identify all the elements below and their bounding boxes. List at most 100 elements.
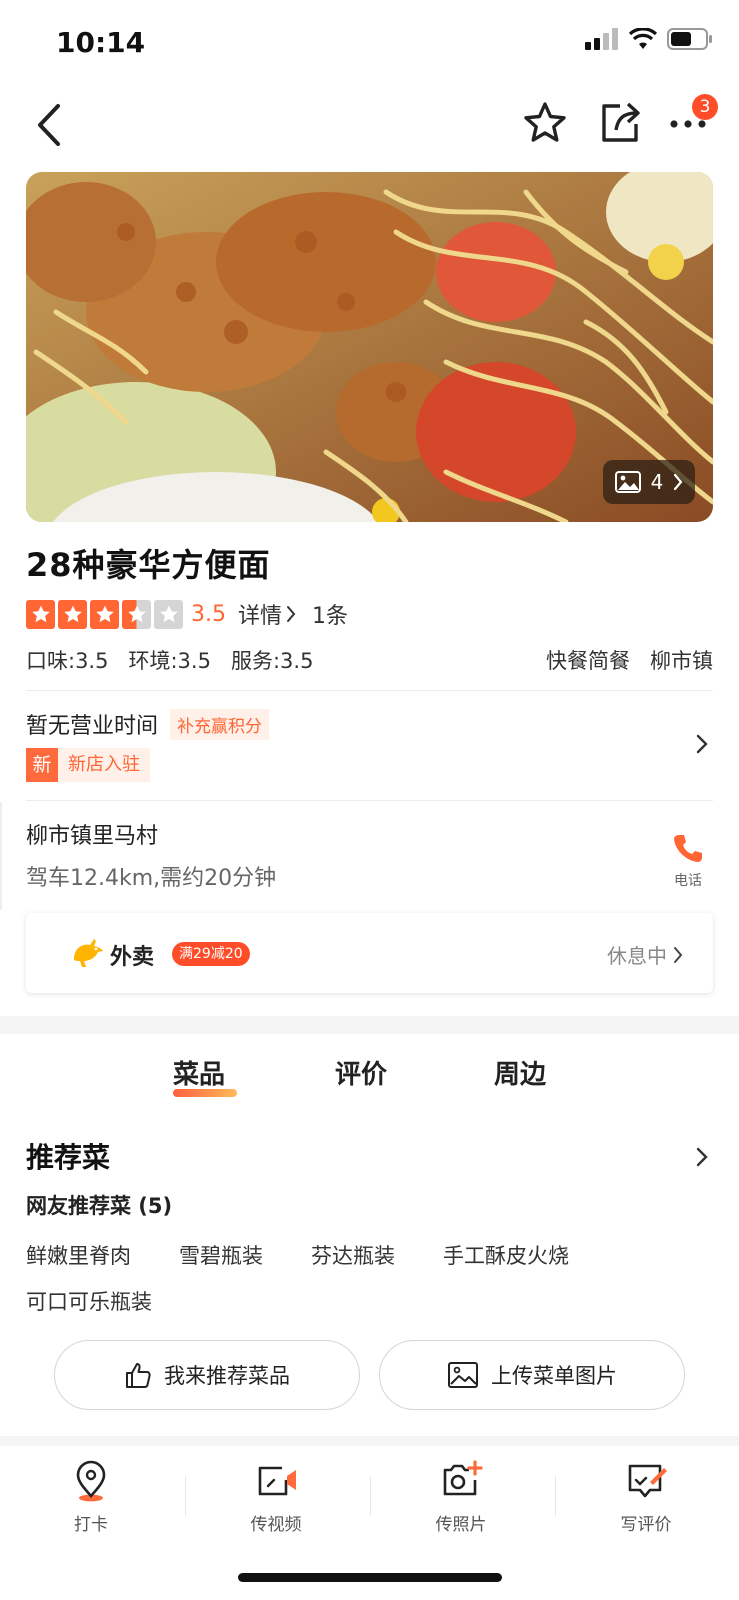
rating-detail-label: 详情 <box>238 604 283 629</box>
share-icon[interactable] <box>596 100 642 146</box>
star-rating <box>26 599 183 629</box>
star-icon <box>63 605 82 623</box>
address-accent <box>0 802 2 910</box>
tab-reviews[interactable]: 评价 <box>335 1054 387 1091</box>
check-in-button[interactable]: 打卡 <box>31 1460 151 1535</box>
back-icon[interactable] <box>30 102 70 148</box>
rating-star <box>26 599 55 629</box>
category-tag: 快餐简餐 <box>546 649 630 673</box>
rating-star <box>90 599 119 629</box>
recommended-subtitle: 网友推荐菜 (5) <box>26 1194 173 1218</box>
signal-icon <box>585 28 618 50</box>
dish-item[interactable]: 芬达瓶装 <box>311 1240 395 1270</box>
write-review-label: 写评价 <box>620 1515 672 1535</box>
delivery-promo-badge: 满29减20 <box>172 942 250 966</box>
recommend-dish-button[interactable]: 我来推荐菜品 <box>54 1340 360 1410</box>
rating-detail-link[interactable]: 详情 <box>238 598 296 630</box>
rating-row[interactable]: 3.5 详情 1条 <box>26 598 348 630</box>
rating-star <box>154 599 183 629</box>
divider <box>26 690 713 691</box>
section-separator <box>0 1016 739 1034</box>
divider <box>370 1476 371 1516</box>
delivery-status[interactable]: 休息中 <box>607 940 683 969</box>
upload-video-button[interactable]: 传视频 <box>216 1460 336 1535</box>
environment-score: 环境:3.5 <box>128 649 211 673</box>
recommended-title[interactable]: 推荐菜 <box>26 1136 110 1176</box>
location-pin-icon <box>76 1460 106 1502</box>
battery-icon <box>667 28 712 50</box>
shop-hero-photo[interactable]: 4 <box>26 172 713 522</box>
check-in-label: 打卡 <box>74 1515 108 1535</box>
shop-tags: 快餐简餐 柳市镇 <box>546 645 713 675</box>
divider <box>26 800 713 801</box>
upload-menu-label: 上传菜单图片 <box>491 1364 617 1388</box>
upload-photo-button[interactable]: 传照片 <box>401 1460 521 1535</box>
rating-score: 3.5 <box>191 601 226 627</box>
review-count: 1条 <box>312 604 349 629</box>
upload-video-label: 传视频 <box>250 1515 302 1535</box>
favorite-star-icon[interactable] <box>522 100 568 146</box>
home-indicator <box>238 1573 502 1582</box>
video-upload-icon <box>258 1466 296 1496</box>
dish-item[interactable]: 可口可乐瓶装 <box>26 1286 152 1316</box>
service-score: 服务:3.5 <box>230 649 314 673</box>
photo-upload-icon <box>443 1460 483 1496</box>
dish-item[interactable]: 鲜嫩里脊肉 <box>26 1240 131 1270</box>
shop-address[interactable]: 柳市镇里马村 <box>26 818 158 850</box>
section-separator <box>0 1436 739 1446</box>
chevron-right-icon[interactable] <box>695 733 709 755</box>
divider <box>185 1476 186 1516</box>
chevron-right-icon <box>674 473 683 491</box>
status-icons <box>585 28 713 50</box>
dish-list: 鲜嫩里脊肉 雪碧瓶装 芬达瓶装 手工酥皮火烧 可口可乐瓶装 <box>26 1240 716 1316</box>
recommend-dish-label: 我来推荐菜品 <box>164 1364 290 1388</box>
active-tab-indicator <box>173 1089 237 1097</box>
chevron-right-icon <box>287 606 296 622</box>
status-time: 10:14 <box>56 26 146 59</box>
notification-badge: 3 <box>692 94 718 120</box>
image-icon <box>614 471 641 493</box>
dish-item[interactable]: 雪碧瓶装 <box>179 1240 263 1270</box>
chevron-right-icon[interactable] <box>695 1146 709 1168</box>
taste-score: 口味:3.5 <box>26 649 109 673</box>
business-hours-text: 暂无营业时间 <box>26 714 159 739</box>
phone-button[interactable]: 电话 <box>668 832 708 890</box>
write-review-button[interactable]: 写评价 <box>586 1460 706 1535</box>
wifi-icon <box>629 28 657 49</box>
star-icon <box>31 605 50 623</box>
delivery-status-text: 休息中 <box>607 944 667 968</box>
delivery-label: 外卖 <box>110 945 155 970</box>
status-bar: 10:14 <box>0 0 739 88</box>
rating-star <box>58 599 87 629</box>
bottom-action-bar: 打卡 传视频 传照片 写评价 <box>0 1446 739 1556</box>
chevron-right-icon <box>674 946 683 963</box>
nav-bar: 3 <box>0 88 739 166</box>
earn-points-tag[interactable]: 补充赢积分 <box>170 708 270 740</box>
new-shop-badge: 新 新店入驻 <box>26 748 150 782</box>
thumbs-up-icon <box>126 1363 151 1388</box>
new-mark: 新 <box>26 748 58 782</box>
rating-star <box>122 599 151 629</box>
delivery-card[interactable]: 外卖 满29减20 休息中 <box>26 913 713 993</box>
star-icon <box>159 605 178 623</box>
new-shop-text: 新店入驻 <box>58 748 150 782</box>
sub-scores: 口味:3.5 环境:3.5 服务:3.5 <box>26 645 313 675</box>
upload-menu-button[interactable]: 上传菜单图片 <box>379 1340 685 1410</box>
phone-label: 电话 <box>674 873 702 889</box>
tab-dishes[interactable]: 菜品 <box>173 1054 225 1091</box>
shop-name: 28种豪华方便面 <box>26 546 271 584</box>
delivery-kangaroo-icon <box>74 939 103 967</box>
divider <box>555 1476 556 1516</box>
photo-count-badge[interactable]: 4 <box>603 460 695 504</box>
drive-distance: 驾车12.4km,需约20分钟 <box>26 866 277 891</box>
business-hours-row[interactable]: 暂无营业时间 补充赢积分 <box>26 708 270 740</box>
content-tabs: 菜品 评价 周边 <box>0 1034 739 1118</box>
write-review-icon <box>628 1464 667 1498</box>
star-icon <box>95 605 114 623</box>
phone-icon <box>674 835 702 862</box>
image-icon <box>448 1362 478 1388</box>
photo-count: 4 <box>650 470 664 494</box>
tab-nearby[interactable]: 周边 <box>494 1054 546 1091</box>
upload-photo-label: 传照片 <box>435 1515 487 1535</box>
dish-item[interactable]: 手工酥皮火烧 <box>443 1240 569 1270</box>
